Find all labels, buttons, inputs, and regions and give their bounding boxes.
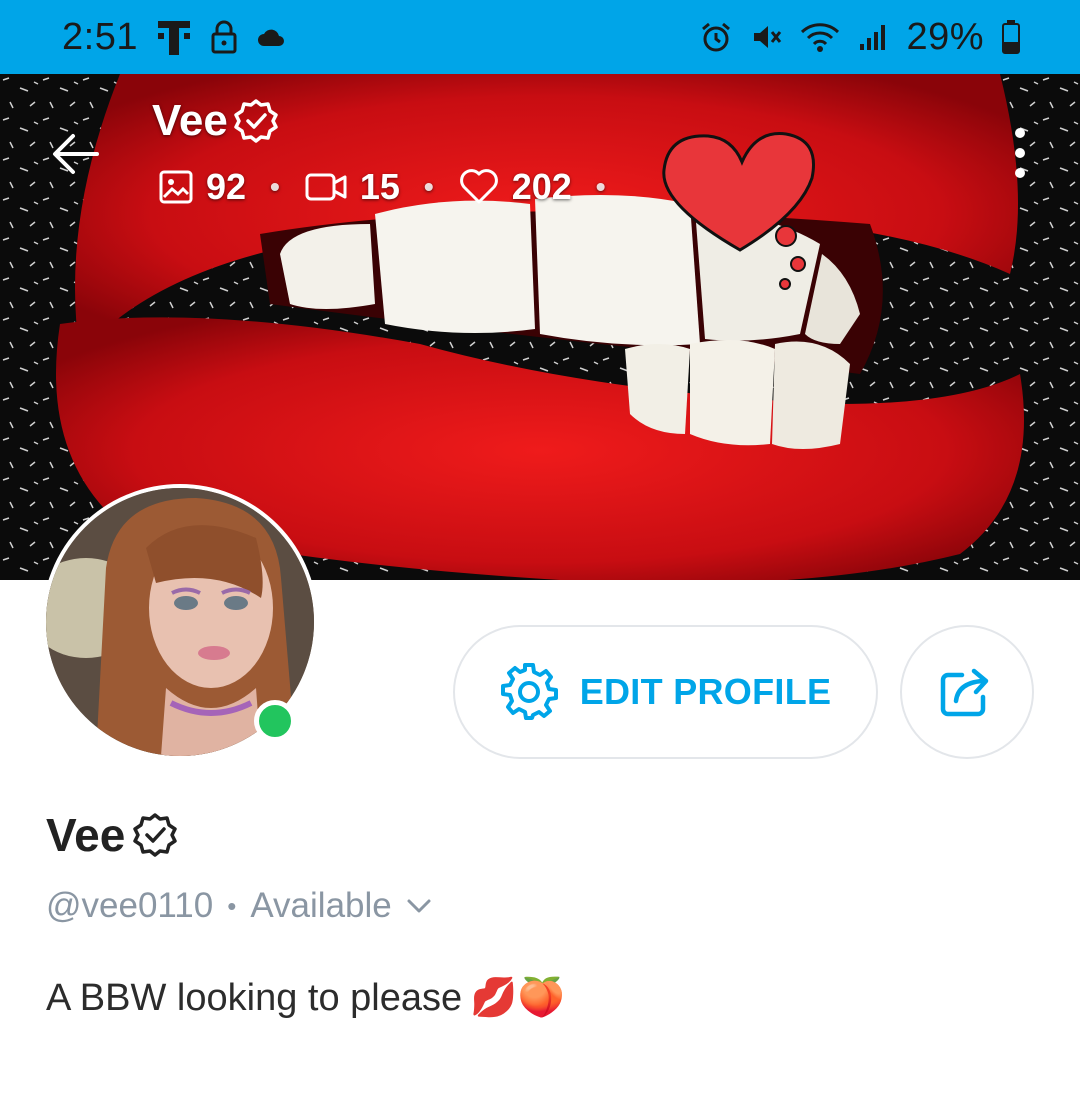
mute-icon <box>750 21 782 53</box>
alarm-icon <box>700 21 732 53</box>
signal-icon <box>858 22 888 52</box>
photos-count: 92 <box>206 166 247 207</box>
separator-dot: • <box>227 890 237 921</box>
header-stats: 92 • 15 • 202 • <box>158 166 620 208</box>
lock-icon <box>210 19 238 55</box>
header-title: Vee <box>152 96 280 146</box>
profile-name: Vee <box>46 808 179 862</box>
tmobile-icon <box>156 17 192 57</box>
status-bar-right: 29% <box>700 16 1020 59</box>
likes-count: 202 <box>511 166 572 207</box>
username-handle: @vee0110 <box>46 886 214 925</box>
bio-text: A BBW looking to please <box>46 976 463 1019</box>
handle-row: @vee0110 • Available <box>46 886 432 926</box>
videos-count: 15 <box>359 166 400 207</box>
profile-bio: A BBW looking to please 💋🍑 <box>46 976 565 1020</box>
wifi-icon <box>800 21 840 53</box>
videos-stat[interactable]: 15 <box>304 166 400 208</box>
status-time: 2:51 <box>62 15 138 58</box>
video-camera-icon <box>305 173 347 201</box>
availability-label: Available <box>250 886 392 925</box>
back-button[interactable] <box>48 126 104 182</box>
chevron-down-icon <box>407 899 431 913</box>
photos-stat[interactable]: 92 <box>158 166 246 208</box>
profile-name-text: Vee <box>46 809 126 861</box>
online-status-dot <box>254 700 296 742</box>
verified-badge-icon <box>234 99 278 143</box>
battery-icon <box>1002 20 1020 54</box>
status-bar-left: 2:51 <box>62 16 286 59</box>
availability-dropdown[interactable]: Available <box>250 886 431 926</box>
heart-icon <box>459 169 498 204</box>
more-options-button[interactable] <box>1008 128 1032 178</box>
edit-profile-label: EDIT PROFILE <box>579 671 832 712</box>
separator-dot: • <box>423 171 434 202</box>
more-dot <box>1015 148 1025 158</box>
more-dot <box>1015 168 1025 178</box>
bio-emoji: 💋🍑 <box>470 977 565 1019</box>
separator-dot: • <box>270 171 280 202</box>
separator-dot: • <box>595 171 606 202</box>
cover-header: Vee 92 • 15 • 202 • <box>0 74 1080 214</box>
header-name: Vee <box>152 96 228 145</box>
image-icon <box>159 170 193 204</box>
status-bar: 2:51 29% <box>0 0 1080 74</box>
share-button[interactable] <box>900 625 1034 759</box>
likes-stat[interactable]: 202 <box>458 166 572 208</box>
gear-icon <box>500 663 558 720</box>
verified-badge-icon <box>133 813 178 857</box>
edit-profile-button[interactable]: EDIT PROFILE <box>453 625 878 759</box>
more-dot <box>1015 128 1025 138</box>
arrow-left-icon <box>53 134 99 174</box>
cloud-icon <box>256 26 286 48</box>
battery-percent: 29% <box>906 15 984 58</box>
share-icon <box>940 668 989 717</box>
